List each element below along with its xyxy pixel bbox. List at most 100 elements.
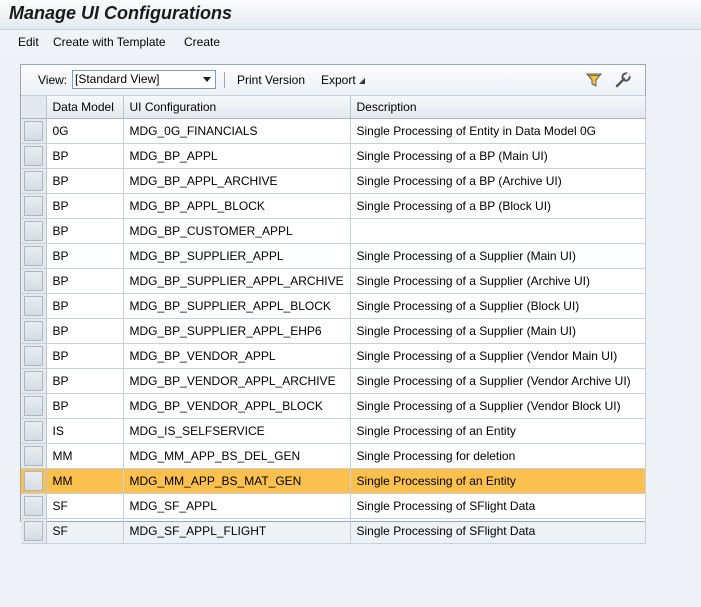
- table-row[interactable]: MM MDG_MM_APP_BS_MAT_GEN Single Processing…: [21, 468, 646, 494]
- row-selector-button[interactable]: [24, 346, 43, 366]
- menu-create-with-template[interactable]: Create with Template: [53, 35, 166, 49]
- cell-data-model: BP: [46, 368, 124, 394]
- cell-data-model: MM: [46, 468, 124, 494]
- menu-edit[interactable]: Edit: [18, 35, 39, 49]
- row-selector-button[interactable]: [24, 171, 43, 191]
- row-selector-button[interactable]: [24, 496, 43, 516]
- row-selector-button[interactable]: [24, 521, 43, 541]
- cell-data-model: IS: [46, 418, 124, 444]
- chevron-down-icon[interactable]: [199, 71, 215, 88]
- cell-description: Single Processing of a Supplier (Vendor …: [350, 393, 646, 419]
- settings-wrench-icon[interactable]: [614, 71, 632, 89]
- filter-icon[interactable]: [585, 71, 603, 89]
- cell-ui-configuration: MDG_IS_SELFSERVICE: [123, 418, 351, 444]
- row-selector-button[interactable]: [24, 246, 43, 266]
- table-row[interactable]: BP MDG_BP_SUPPLIER_APPL Single Processing …: [21, 243, 646, 269]
- view-select-value: [Standard View]: [75, 72, 160, 86]
- row-selector[interactable]: [21, 518, 47, 544]
- configurations-table: Data Model UI Configuration Description …: [21, 96, 646, 544]
- print-version-button[interactable]: Print Version: [237, 73, 305, 87]
- row-selector[interactable]: [21, 468, 47, 494]
- row-selector[interactable]: [21, 343, 47, 369]
- cell-ui-configuration: MDG_BP_APPL_BLOCK: [123, 193, 351, 219]
- table-row[interactable]: BP MDG_BP_APPL_BLOCK Single Processing of …: [21, 193, 646, 219]
- row-selector-button[interactable]: [24, 121, 43, 141]
- toolbar-separator: [224, 72, 225, 88]
- table-row[interactable]: BP MDG_BP_APPL Single Processing of a BP (…: [21, 143, 646, 169]
- column-header-description[interactable]: Description: [350, 96, 646, 119]
- table-row[interactable]: BP MDG_BP_CUSTOMER_APPL: [21, 218, 646, 244]
- row-selector-button[interactable]: [24, 471, 43, 491]
- cell-description: Single Processing of an Entity: [350, 418, 646, 444]
- cell-description: Single Processing of a Supplier (Vendor …: [350, 368, 646, 394]
- row-selector-button[interactable]: [24, 421, 43, 441]
- export-button[interactable]: Export: [321, 73, 366, 87]
- table-row[interactable]: BP MDG_BP_VENDOR_APPL_BLOCK Single Process…: [21, 393, 646, 419]
- view-select[interactable]: [Standard View]: [72, 70, 216, 89]
- row-selector-button[interactable]: [24, 446, 43, 466]
- cell-data-model: BP: [46, 243, 124, 269]
- cell-data-model: BP: [46, 168, 124, 194]
- table-row[interactable]: SF MDG_SF_APPL_FLIGHT Single Processing of…: [21, 518, 646, 544]
- row-selector-button[interactable]: [24, 321, 43, 341]
- row-selector-button[interactable]: [24, 371, 43, 391]
- table-row[interactable]: IS MDG_IS_SELFSERVICE Single Processing of…: [21, 418, 646, 444]
- table-row[interactable]: BP MDG_BP_APPL_ARCHIVE Single Processing o…: [21, 168, 646, 194]
- cell-description: Single Processing of a BP (Main UI): [350, 143, 646, 169]
- table-row[interactable]: BP MDG_BP_VENDOR_APPL Single Processing of…: [21, 343, 646, 369]
- table-row[interactable]: BP MDG_BP_SUPPLIER_APPL_ARCHIVE Single Pro…: [21, 268, 646, 294]
- cell-description: Single Processing of an Entity: [350, 468, 646, 494]
- row-selector-button[interactable]: [24, 221, 43, 241]
- table-row[interactable]: 0G MDG_0G_FINANCIALS Single Processing of …: [21, 118, 646, 144]
- cell-data-model: SF: [46, 518, 124, 544]
- cell-ui-configuration: MDG_BP_VENDOR_APPL_ARCHIVE: [123, 368, 351, 394]
- row-selector-button[interactable]: [24, 196, 43, 216]
- cell-ui-configuration: MDG_BP_APPL_ARCHIVE: [123, 168, 351, 194]
- cell-ui-configuration: MDG_MM_APP_BS_MAT_GEN: [123, 468, 351, 494]
- row-selector[interactable]: [21, 418, 47, 444]
- cell-description: Single Processing of a Supplier (Main UI…: [350, 318, 646, 344]
- cell-description: Single Processing of a Supplier (Vendor …: [350, 343, 646, 369]
- row-selector[interactable]: [21, 268, 47, 294]
- cell-data-model: BP: [46, 293, 124, 319]
- row-selector-button[interactable]: [24, 396, 43, 416]
- select-all-header[interactable]: [21, 96, 47, 119]
- row-selector[interactable]: [21, 493, 47, 519]
- row-selector[interactable]: [21, 293, 47, 319]
- cell-data-model: SF: [46, 493, 124, 519]
- column-header-data-model[interactable]: Data Model: [46, 96, 124, 119]
- table-row[interactable]: MM MDG_MM_APP_BS_DEL_GEN Single Processing…: [21, 443, 646, 469]
- cell-ui-configuration: MDG_BP_VENDOR_APPL_BLOCK: [123, 393, 351, 419]
- row-selector[interactable]: [21, 118, 47, 144]
- row-selector[interactable]: [21, 443, 47, 469]
- row-selector[interactable]: [21, 193, 47, 219]
- row-selector[interactable]: [21, 168, 47, 194]
- cell-data-model: BP: [46, 393, 124, 419]
- menu-create[interactable]: Create: [184, 35, 220, 49]
- row-selector-button[interactable]: [24, 296, 43, 316]
- table-header-row: Data Model UI Configuration Description: [21, 96, 646, 119]
- cell-description: Single Processing of a BP (Archive UI): [350, 168, 646, 194]
- row-selector[interactable]: [21, 368, 47, 394]
- row-selector-button[interactable]: [24, 271, 43, 291]
- configurations-panel: View: [Standard View] Print Version Expo…: [20, 64, 646, 544]
- row-selector[interactable]: [21, 243, 47, 269]
- cell-data-model: 0G: [46, 118, 124, 144]
- cell-description: Single Processing for deletion: [350, 443, 646, 469]
- row-selector-button[interactable]: [24, 146, 43, 166]
- row-selector[interactable]: [21, 218, 47, 244]
- row-selector[interactable]: [21, 318, 47, 344]
- cell-ui-configuration: MDG_BP_SUPPLIER_APPL_BLOCK: [123, 293, 351, 319]
- cell-data-model: BP: [46, 193, 124, 219]
- column-header-ui-configuration[interactable]: UI Configuration: [123, 96, 351, 119]
- row-selector[interactable]: [21, 143, 47, 169]
- table-row[interactable]: SF MDG_SF_APPL Single Processing of SFligh…: [21, 493, 646, 519]
- cell-description: Single Processing of a Supplier (Main UI…: [350, 243, 646, 269]
- cell-ui-configuration: MDG_SF_APPL_FLIGHT: [123, 518, 351, 544]
- table-row[interactable]: BP MDG_BP_VENDOR_APPL_ARCHIVE Single Proce…: [21, 368, 646, 394]
- row-selector[interactable]: [21, 393, 47, 419]
- cell-data-model: MM: [46, 443, 124, 469]
- table-row[interactable]: BP MDG_BP_SUPPLIER_APPL_BLOCK Single Proce…: [21, 293, 646, 319]
- table-row[interactable]: BP MDG_BP_SUPPLIER_APPL_EHP6 Single Proces…: [21, 318, 646, 344]
- cell-description: Single Processing of a Supplier (Archive…: [350, 268, 646, 294]
